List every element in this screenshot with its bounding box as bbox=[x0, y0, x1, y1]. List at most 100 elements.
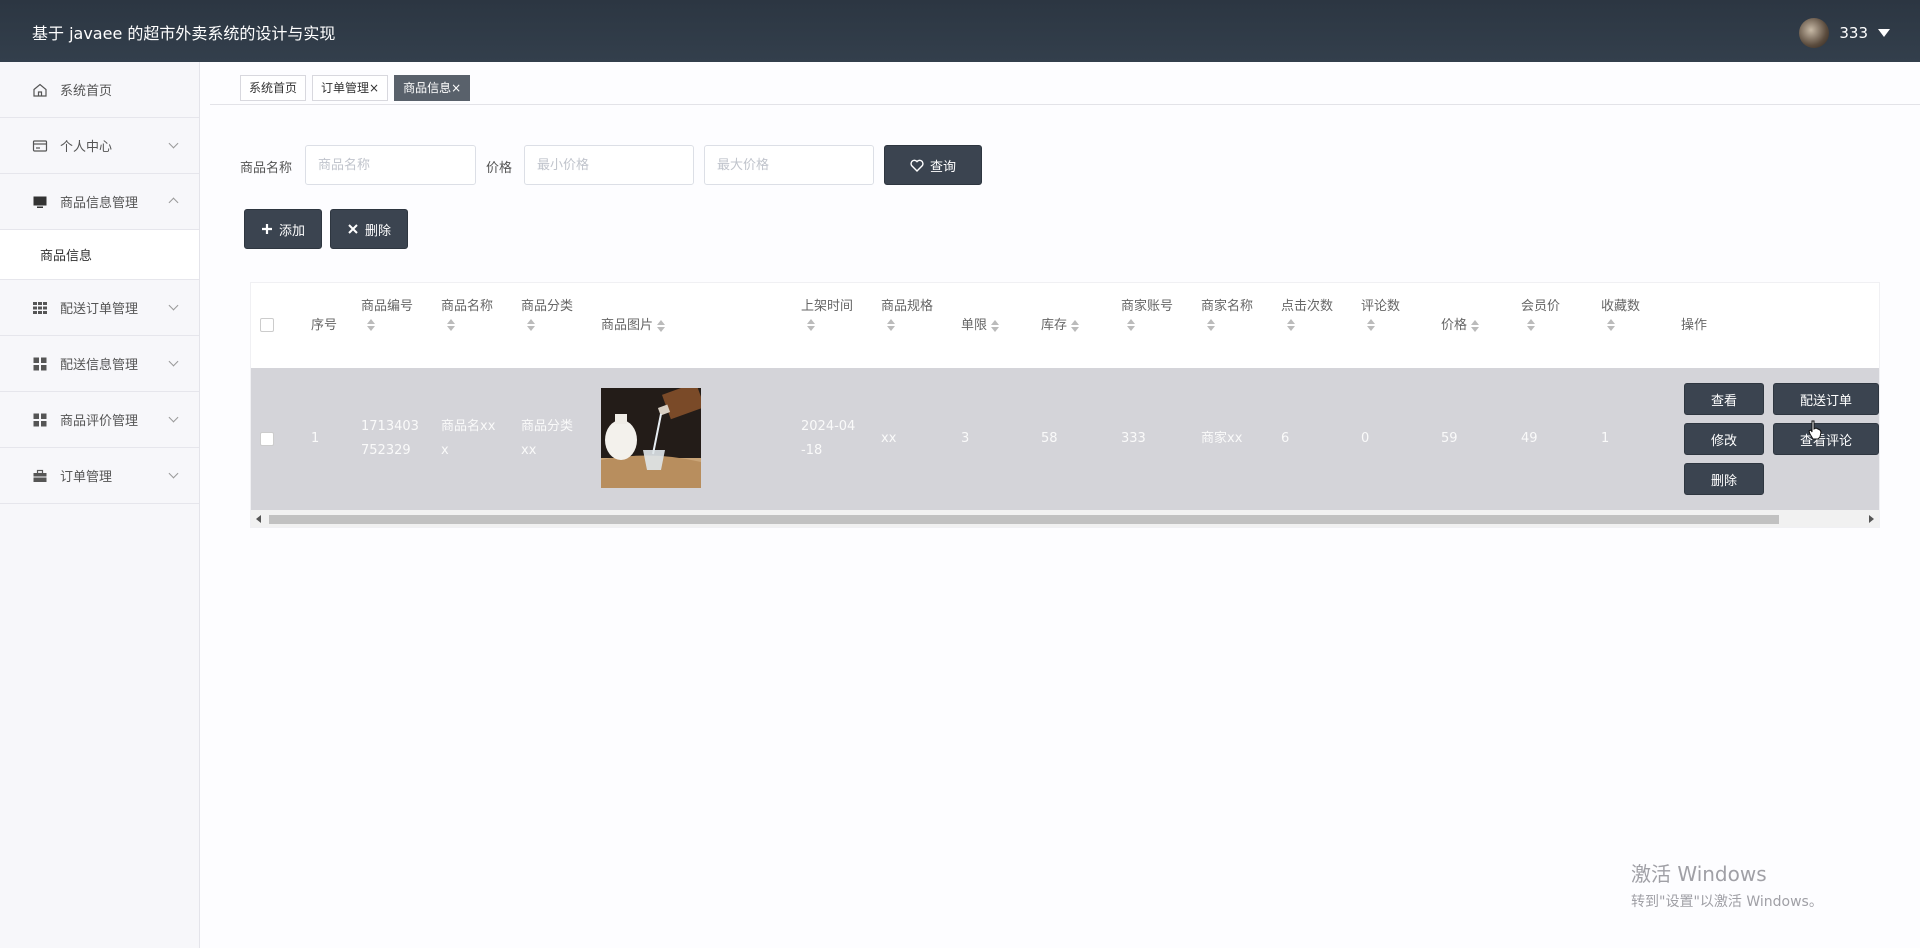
cell-line: x bbox=[441, 443, 449, 458]
caret-down-icon[interactable] bbox=[1878, 29, 1890, 37]
sort-icon[interactable] bbox=[991, 319, 1000, 332]
sort-icon[interactable] bbox=[1607, 319, 1615, 331]
product-image[interactable] bbox=[601, 388, 701, 488]
sidebar-item-orders[interactable]: 订单管理 bbox=[0, 448, 199, 504]
header-label: 点击次数 bbox=[1281, 299, 1334, 314]
sidebar-item-product-reviews[interactable]: 商品评价管理 bbox=[0, 392, 199, 448]
sort-icon[interactable] bbox=[1471, 319, 1480, 332]
view-button[interactable]: 查看 bbox=[1684, 383, 1764, 415]
min-price-input[interactable] bbox=[524, 145, 694, 185]
sidebar-item-label: 配送订单管理 bbox=[60, 302, 139, 317]
cell-member-price: 49 bbox=[1521, 431, 1538, 446]
close-icon[interactable]: × bbox=[451, 81, 461, 95]
product-name-input[interactable] bbox=[305, 145, 476, 185]
cell-category: 商品分类 xx bbox=[521, 415, 573, 463]
chevron-down-icon bbox=[168, 468, 179, 479]
sidebar-item-dispatch-orders[interactable]: 配送订单管理 bbox=[0, 280, 199, 336]
header-favorites[interactable]: 收藏数 bbox=[1601, 297, 1640, 331]
sidebar-item-label: 系统首页 bbox=[60, 84, 113, 99]
product-name-label: 商品名称 bbox=[240, 161, 293, 176]
cell-line: 商品分类 bbox=[521, 419, 574, 434]
max-price-input[interactable] bbox=[704, 145, 874, 185]
header-label: 商家名称 bbox=[1201, 299, 1254, 314]
header-clicks[interactable]: 点击次数 bbox=[1281, 297, 1333, 331]
briefcase-icon bbox=[32, 468, 48, 484]
header-spec[interactable]: 商品规格 bbox=[881, 297, 933, 331]
header-reviews[interactable]: 评论数 bbox=[1361, 297, 1400, 331]
header-merchant-account[interactable]: 商家账号 bbox=[1121, 297, 1173, 331]
tab-product-info[interactable]: 商品信息× bbox=[394, 75, 471, 101]
scroll-thumb[interactable] bbox=[269, 515, 1779, 524]
header-price[interactable]: 价格 bbox=[1441, 316, 1480, 335]
header-label: 会员价 bbox=[1521, 299, 1561, 314]
close-icon[interactable]: × bbox=[369, 81, 379, 95]
header-image[interactable]: 商品图片 bbox=[601, 316, 666, 335]
select-all-checkbox[interactable] bbox=[260, 318, 274, 332]
header-code[interactable]: 商品编号 bbox=[361, 297, 413, 331]
sort-icon[interactable] bbox=[807, 319, 815, 331]
row-checkbox[interactable] bbox=[260, 432, 274, 446]
tab-home[interactable]: 系统首页 bbox=[240, 75, 307, 101]
cell-line: 商品名xx bbox=[441, 419, 496, 434]
user-menu[interactable]: 333 bbox=[1799, 18, 1890, 48]
header-label: 上架时间 bbox=[801, 299, 854, 314]
cell-clicks: 6 bbox=[1281, 431, 1290, 446]
view-reviews-button[interactable]: 查看评论 bbox=[1773, 423, 1879, 455]
close-icon bbox=[348, 224, 358, 234]
tab-orders[interactable]: 订单管理× bbox=[312, 75, 389, 101]
header-time[interactable]: 上架时间 bbox=[801, 297, 853, 331]
sort-icon[interactable] bbox=[1287, 319, 1295, 331]
username[interactable]: 333 bbox=[1839, 24, 1868, 42]
cell-line: xx bbox=[521, 443, 537, 458]
plus-icon bbox=[261, 224, 272, 234]
header-label: 价格 bbox=[1441, 318, 1468, 333]
tab-label: 系统首页 bbox=[249, 81, 298, 95]
sort-icon[interactable] bbox=[1367, 319, 1375, 331]
header-label: 单限 bbox=[961, 318, 988, 333]
header-label: 商品分类 bbox=[521, 299, 574, 314]
header-ops: 操作 bbox=[1681, 318, 1708, 333]
avatar[interactable] bbox=[1799, 18, 1830, 48]
sidebar-item-home[interactable]: 系统首页 bbox=[0, 62, 199, 118]
sidebar-item-delivery-info[interactable]: 配送信息管理 bbox=[0, 336, 199, 392]
sort-icon[interactable] bbox=[657, 319, 666, 332]
tab-label: 订单管理 bbox=[321, 81, 370, 95]
sidebar-subitem-product-info[interactable]: 商品信息 bbox=[0, 230, 199, 280]
horizontal-scrollbar[interactable] bbox=[251, 510, 1879, 527]
sort-icon[interactable] bbox=[1071, 319, 1080, 332]
header-label: 收藏数 bbox=[1601, 299, 1641, 314]
sort-icon[interactable] bbox=[1527, 319, 1535, 331]
header-index: 序号 bbox=[311, 318, 338, 333]
header-member-price[interactable]: 会员价 bbox=[1521, 297, 1560, 331]
cell-merchant-account: 333 bbox=[1121, 431, 1146, 446]
sort-icon[interactable] bbox=[887, 319, 895, 331]
edit-button[interactable]: 修改 bbox=[1684, 423, 1764, 455]
scroll-left-icon[interactable] bbox=[256, 515, 261, 523]
apps-icon bbox=[32, 356, 48, 372]
header-limit[interactable]: 单限 bbox=[961, 316, 1000, 335]
dispatch-order-button[interactable]: 配送订单 bbox=[1773, 383, 1879, 415]
watermark-line2: 转到"设置"以激活 Windows。 bbox=[1631, 894, 1823, 910]
header-stock[interactable]: 库存 bbox=[1041, 316, 1080, 335]
add-button[interactable]: 添加 bbox=[244, 209, 322, 249]
sidebar-item-label: 订单管理 bbox=[60, 470, 113, 485]
scroll-right-icon[interactable] bbox=[1869, 515, 1874, 523]
header-category[interactable]: 商品分类 bbox=[521, 297, 573, 331]
row-delete-button[interactable]: 删除 bbox=[1684, 463, 1764, 495]
header-label: 商品图片 bbox=[601, 318, 654, 333]
card-icon bbox=[32, 138, 48, 154]
sidebar-item-profile[interactable]: 个人中心 bbox=[0, 118, 199, 174]
sort-icon[interactable] bbox=[447, 319, 455, 331]
sort-icon[interactable] bbox=[1207, 319, 1215, 331]
monitor-icon bbox=[32, 194, 48, 210]
query-button[interactable]: 查询 bbox=[884, 145, 982, 185]
header-merchant-name[interactable]: 商家名称 bbox=[1201, 297, 1253, 331]
sort-icon[interactable] bbox=[527, 319, 535, 331]
table-row[interactable]: 1 1713403 752329 商品名xx x 商品分类 xx 2024-04 -18… bbox=[251, 368, 1879, 510]
sort-icon[interactable] bbox=[367, 319, 375, 331]
header-name[interactable]: 商品名称 bbox=[441, 297, 493, 331]
sidebar-item-product-management[interactable]: 商品信息管理 bbox=[0, 174, 199, 230]
add-label: 添加 bbox=[278, 223, 305, 239]
delete-button[interactable]: 删除 bbox=[330, 209, 408, 249]
sort-icon[interactable] bbox=[1127, 319, 1135, 331]
